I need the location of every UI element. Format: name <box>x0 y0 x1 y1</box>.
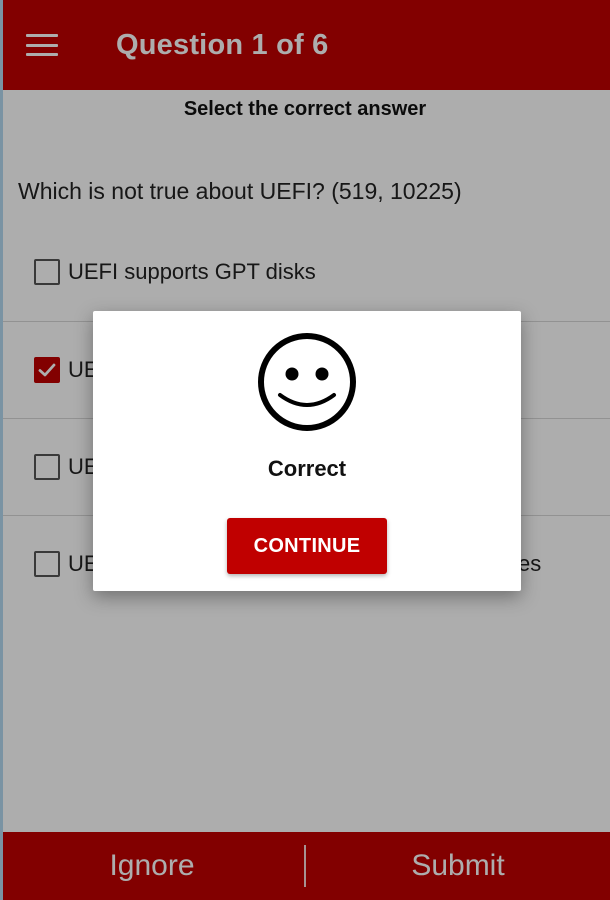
result-dialog: Correct CONTINUE <box>93 311 521 591</box>
result-label: Correct <box>267 456 347 481</box>
window-edge <box>0 0 3 900</box>
continue-button[interactable]: CONTINUE <box>227 518 387 574</box>
smiley-face-icon <box>258 333 356 431</box>
